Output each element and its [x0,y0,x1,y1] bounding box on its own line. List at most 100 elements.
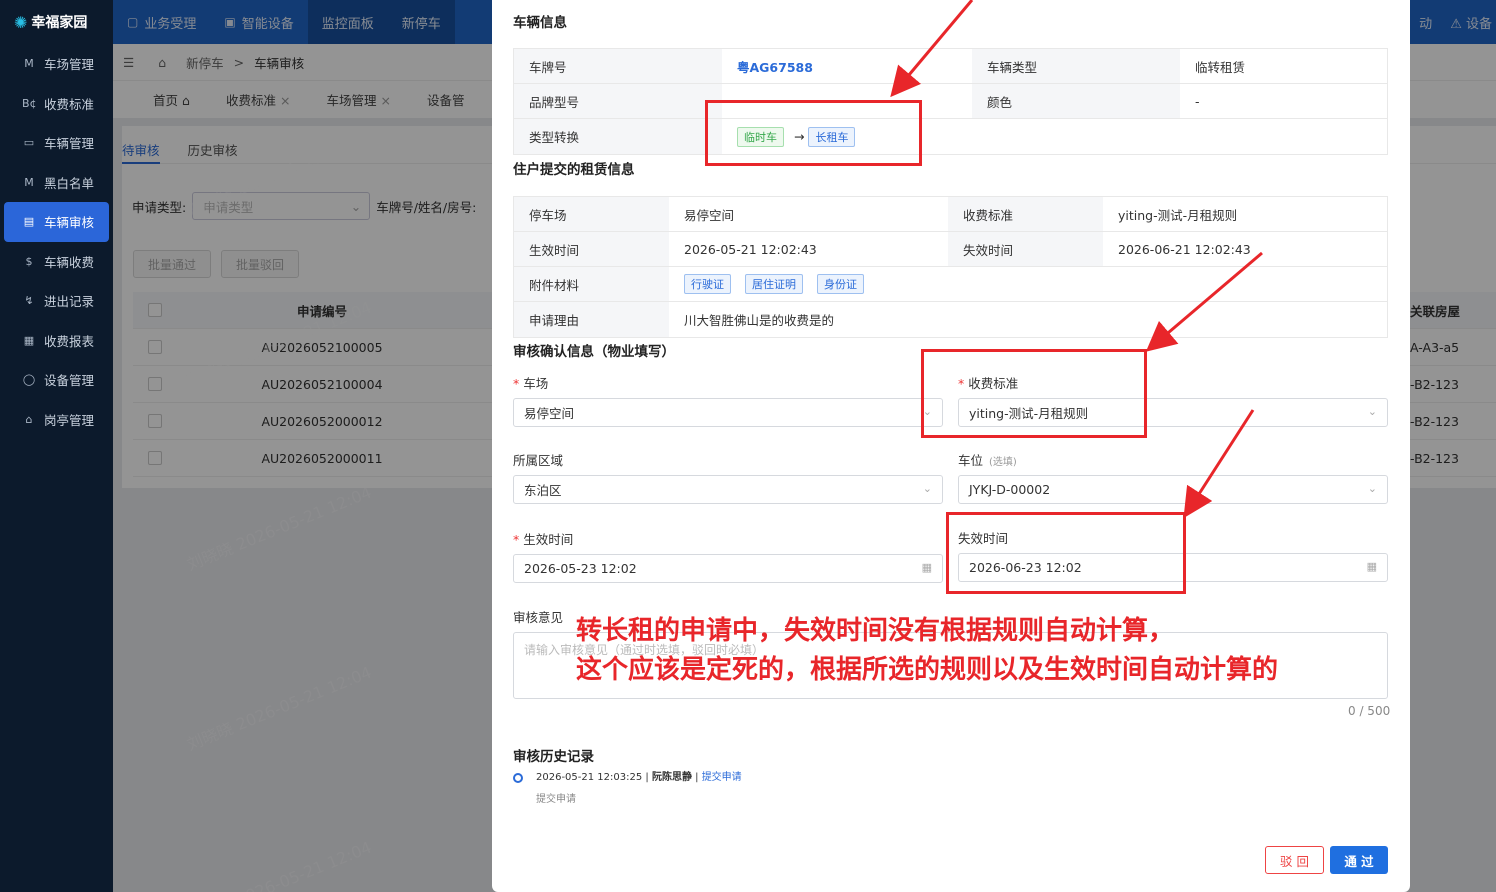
annotation-box-std [921,349,1147,438]
sidebar-item[interactable]: ▭ 车辆管理 [0,123,113,163]
lease-std-value: yiting-测试-月租规则 [1118,207,1238,223]
chevron-down-icon: ⌄ [1367,405,1377,418]
sidebar-item[interactable]: M 黑白名单 [0,163,113,203]
history-desc: 提交申请 [536,794,576,805]
label-text: 车场 [523,376,549,391]
sidebar-item-label: 收费标准 [44,96,95,112]
sidebar-item-label: 收费报表 [44,333,95,349]
sidebar-item[interactable]: B¢ 收费标准 [0,84,113,124]
lease-std-label: 收费标准 [948,197,1103,231]
grid-row: 附件材料 行驶证 居住证明 身份证 [514,267,1387,302]
field-label-lot: * 车场 [513,376,549,391]
label-text: 生效时间 [523,532,574,547]
vtype-label: 车辆类型 [972,49,1180,83]
grid-row: 车牌号 粤AG67588 车辆类型 临转租赁 [514,49,1387,84]
lease-info-title: 住户提交的租赁信息 [513,162,635,178]
start-time-picker[interactable]: 2026-05-23 12:02 ▦ [513,554,943,583]
chevron-down-icon: ⌄ [1367,482,1377,495]
field-label-area: 所属区域 [513,453,564,468]
sidebar-item-icon: ▤ [23,215,35,229]
annotation-line: 这个应该是定死的，根据所选的规则以及生效时间自动计算的 [576,655,1279,685]
sidebar-item[interactable]: ◯ 设备管理 [0,360,113,400]
select-value: JYKJ-D-00002 [969,482,1051,497]
calendar-icon: ▦ [921,561,932,574]
sidebar-item[interactable]: ▦ 收费报表 [0,321,113,361]
grid-row: 申请理由 川大智胜佛山是的收费是的 [514,302,1387,337]
lot-select[interactable]: 易停空间 ⌄ [513,398,943,427]
sidebar-item-icon: M [24,57,34,71]
field-label-space: 车位 (选填) [958,450,1017,469]
sidebar-item-icon: ↯ [24,294,34,308]
sidebar-item-label: 车场管理 [44,57,95,73]
sidebar-item-label: 车辆收费 [44,254,95,270]
lease-start-label: 生效时间 [514,232,669,266]
sidebar-item[interactable]: ▤ 车辆审核 [4,202,109,242]
sidebar-item-icon: B¢ [22,96,37,110]
attach-value: 行驶证 居住证明 身份证 [669,267,1387,301]
lease-lot-label: 停车场 [514,197,669,231]
lease-lot-value: 易停空间 [684,207,735,223]
approve-button[interactable]: 通 过 [1330,846,1388,874]
sidebar-item-icon: M [24,175,34,189]
sidebar-item-label: 黑白名单 [44,175,95,191]
grid-row: 生效时间 2026-05-21 12:02:43 失效时间 2026-06-21… [514,232,1387,267]
optional-hint: (选填) [989,457,1017,468]
app-name: 幸福家园 [31,15,88,31]
lease-end-value: 2026-06-21 12:02:43 [1118,241,1251,257]
grid-row: 类型转换 临时车 → 长租车 [514,119,1387,154]
app-logo[interactable]: ✺ 幸福家园 [0,0,113,44]
sidebar-item[interactable]: M 车场管理 [0,44,113,84]
calendar-icon: ▦ [1366,560,1377,573]
confirm-info-title: 审核确认信息（物业填写） [513,344,675,360]
logo-icon: ✺ [14,12,28,32]
attach-label: 附件材料 [514,267,669,301]
sidebar-item-label: 车辆管理 [44,136,95,152]
sidebar-item-icon: ▭ [23,136,35,150]
brand-label: 品牌型号 [514,84,722,118]
plate-value: 粤AG67588 [737,59,813,75]
sidebar-item-label: 设备管理 [44,373,95,389]
timeline-dot-icon [513,773,523,783]
sidebar-item[interactable]: $ 车辆收费 [0,242,113,282]
reason-label: 申请理由 [514,302,669,337]
annotation-box-end [946,512,1186,594]
vehicle-info-grid: 车牌号 粤AG67588 车辆类型 临转租赁 品牌型号 颜色 - 类型转换 临时… [513,48,1388,155]
plate-label: 车牌号 [514,49,722,83]
area-select[interactable]: 东泊区 ⌄ [513,475,943,504]
sidebar-item-icon: $ [25,254,33,268]
attachment-link[interactable]: 身份证 [817,274,864,294]
sidebar-item-label: 进出记录 [44,294,95,310]
reason-value: 川大智胜佛山是的收费是的 [684,313,835,328]
sidebar-item[interactable]: ⌂ 岗亭管理 [0,400,113,440]
picker-value: 2026-05-23 12:02 [524,561,637,576]
attachment-link[interactable]: 行驶证 [684,274,731,294]
reject-button[interactable]: 驳 回 [1265,846,1324,874]
lease-end-label: 失效时间 [948,232,1103,266]
sidebar-item[interactable]: ↯ 进出记录 [0,281,113,321]
history-time: 2026-05-21 12:03:25 [536,772,643,783]
lease-info-grid: 停车场 易停空间 收费标准 yiting-测试-月租规则 生效时间 2026-0… [513,196,1388,338]
vtype-value: 临转租赁 [1195,59,1246,75]
char-count: 0 / 500 [1348,704,1391,718]
attachment-link[interactable]: 居住证明 [745,274,803,294]
field-label-opinion: 审核意见 [513,610,564,625]
history-action: 提交申请 [701,772,742,783]
chevron-down-icon: ⌄ [922,482,932,495]
grid-row: 品牌型号 颜色 - [514,84,1387,119]
convert-label: 类型转换 [514,119,722,154]
sidebar-item-icon: ▦ [23,333,35,347]
select-value: 东泊区 [524,483,562,498]
sidebar: ✺ 幸福家园 M 车场管理 B¢ 收费标准 ▭ 车辆管理 M 黑白名单 ▤ 车辆审核 $ 车辆收费 ↯ 进出… [0,0,113,892]
space-select[interactable]: JYKJ-D-00002 ⌄ [958,475,1388,504]
sidebar-item-label: 车辆审核 [44,215,95,231]
annotation-box-convert [705,100,922,166]
annotation-note: 转长租的申请中，失效时间没有根据规则自动计算， 这个应该是定死的，根据所选的规则… [576,612,1278,690]
sidebar-item-icon: ◯ [22,373,36,387]
history-title: 审核历史记录 [513,749,594,765]
review-dialog: 车辆信息 车牌号 粤AG67588 车辆类型 临转租赁 品牌型号 颜色 - 类型… [492,0,1410,892]
color-label: 颜色 [972,84,1180,118]
sidebar-item-label: 岗亭管理 [44,412,95,428]
lease-start-value: 2026-05-21 12:02:43 [684,241,817,257]
label-text: 车位 [958,453,984,468]
select-value: 易停空间 [524,406,575,421]
